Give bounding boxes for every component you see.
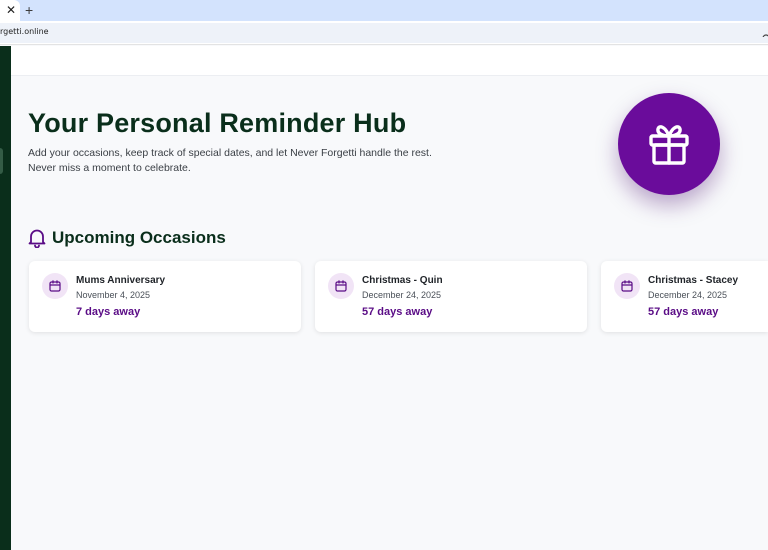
occasion-title: Christmas - Stacey xyxy=(648,275,739,286)
occasion-card[interactable]: Christmas - Quin December 24, 2025 57 da… xyxy=(315,261,587,332)
address-bar: rgetti.online xyxy=(0,21,768,45)
occasion-card[interactable]: Mums Anniversary November 4, 2025 7 days… xyxy=(29,261,301,332)
page-subtitle: Add your occasions, keep track of specia… xyxy=(28,147,432,174)
occasion-card[interactable]: Christmas - Stacey December 24, 2025 57 … xyxy=(601,261,768,332)
occasion-date: December 24, 2025 xyxy=(648,290,728,300)
app-header xyxy=(11,46,768,76)
section-title-upcoming: Upcoming Occasions xyxy=(52,228,226,247)
occasion-date: November 4, 2025 xyxy=(76,290,151,300)
calendar-icon xyxy=(328,273,354,299)
occasion-title: Christmas - Quin xyxy=(362,275,443,286)
hero-gift-badge xyxy=(618,93,720,195)
sidebar-toggle[interactable] xyxy=(0,148,3,174)
bell-icon xyxy=(28,228,46,249)
site-settings-icon[interactable] xyxy=(762,29,768,37)
occasion-date: December 24, 2025 xyxy=(362,290,442,300)
occasion-countdown: 7 days away xyxy=(76,306,141,318)
browser-tab-strip: ✕ + xyxy=(0,0,768,21)
sidebar xyxy=(0,46,11,550)
close-tab-icon[interactable]: ✕ xyxy=(6,2,16,18)
browser-tab[interactable]: ✕ xyxy=(0,0,20,21)
gift-icon xyxy=(649,125,689,165)
occasion-title: Mums Anniversary xyxy=(76,275,166,286)
calendar-icon xyxy=(614,273,640,299)
calendar-icon xyxy=(42,273,68,299)
url-field[interactable]: rgetti.online xyxy=(0,23,768,43)
url-text: rgetti.online xyxy=(0,27,49,36)
occasion-countdown: 57 days away xyxy=(648,306,719,318)
occasion-countdown: 57 days away xyxy=(362,306,433,318)
page-title: Your Personal Reminder Hub xyxy=(28,108,407,138)
new-tab-button[interactable]: + xyxy=(25,1,33,19)
